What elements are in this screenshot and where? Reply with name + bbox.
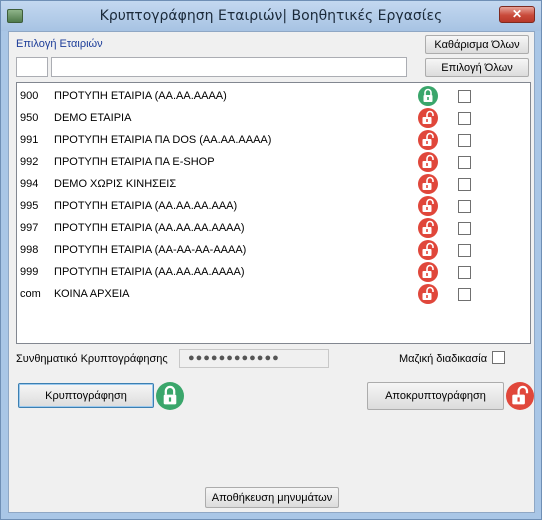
decrypt-label: Αποκρυπτογράφηση	[385, 390, 486, 402]
company-name: DEMO ΕΤΑΙΡΙΑ	[54, 112, 132, 124]
title-bar[interactable]: Κρυπτογράφηση Εταιριών| Βοηθητικές Εργασ…	[1, 1, 541, 31]
company-row[interactable]: 999 ΠΡΟΤΥΠΗ ΕΤΑΙΡΙΑ (ΑΑ.ΑΑ.ΑΑ.ΑΑΑΑ)	[17, 261, 530, 283]
company-select-checkbox[interactable]	[458, 178, 471, 191]
company-name: ΠΡΟΤΥΠΗ ΕΤΑΙΡΙΑ (ΑΑ.ΑΑ.ΑΑΑΑ)	[54, 90, 227, 102]
mass-process-checkbox[interactable]	[492, 351, 505, 364]
company-select-checkbox[interactable]	[458, 112, 471, 125]
company-row[interactable]: 991 ΠΡΟΤΥΠΗ ΕΤΑΙΡΙΑ ΠΑ DOS (ΑΑ.ΑΑ.ΑΑΑΑ)	[17, 129, 530, 151]
company-code: 994	[20, 178, 39, 190]
company-name: ΠΡΟΤΥΠΗ ΕΤΑΙΡΙΑ ΠΑ DOS (ΑΑ.ΑΑ.ΑΑΑΑ)	[54, 134, 272, 146]
company-code: 992	[20, 156, 39, 168]
lock-red-icon	[418, 284, 438, 304]
company-row[interactable]: 995 ΠΡΟΤΥΠΗ ΕΤΑΙΡΙΑ (ΑΑ.ΑΑ.ΑΑ.ΑΑΑ)	[17, 195, 530, 217]
lock-red-icon	[418, 108, 438, 128]
password-label: Συνθηματικό Κρυπτογράφησης	[16, 353, 168, 365]
lock-red-icon	[418, 240, 438, 260]
company-row[interactable]: 992 ΠΡΟΤΥΠΗ ΕΤΑΙΡΙΑ ΠΑ E-SHOP	[17, 151, 530, 173]
select-all-label: Επιλογή Όλων	[441, 61, 513, 74]
company-code: 950	[20, 112, 39, 124]
lock-open-green-icon	[418, 86, 438, 106]
clear-all-label: Καθάρισμα Όλων	[434, 38, 520, 51]
company-select-checkbox[interactable]	[458, 266, 471, 279]
company-row[interactable]: 900 ΠΡΟΤΥΠΗ ΕΤΑΙΡΙΑ (ΑΑ.ΑΑ.ΑΑΑΑ)	[17, 85, 530, 107]
company-code: 998	[20, 244, 39, 256]
company-name: ΚΟΙΝΑ ΑΡΧΕΙΑ	[54, 288, 130, 300]
code-filter-input[interactable]	[16, 57, 48, 77]
companies-section-label: Επιλογή Εταιριών	[16, 38, 103, 50]
lock-red-icon	[418, 218, 438, 238]
company-code: 997	[20, 222, 39, 234]
company-name: ΠΡΟΤΥΠΗ ΕΤΑΙΡΙΑ (ΑΑ.ΑΑ.ΑΑ.ΑΑΑΑ)	[54, 222, 245, 234]
company-code: 900	[20, 90, 39, 102]
company-name: ΠΡΟΤΥΠΗ ΕΤΑΙΡΙΑ (ΑΑ.ΑΑ.ΑΑ.ΑΑΑ)	[54, 200, 238, 212]
encrypt-label: Κρυπτογράφηση	[45, 389, 127, 402]
company-select-checkbox[interactable]	[458, 156, 471, 169]
company-row[interactable]: 998 ΠΡΟΤΥΠΗ ΕΤΑΙΡΙΑ (ΑΑ-ΑΑ-ΑΑ-ΑΑΑΑ)	[17, 239, 530, 261]
company-select-checkbox[interactable]	[458, 222, 471, 235]
decrypt-button[interactable]: Αποκρυπτογράφηση	[367, 382, 504, 410]
company-select-checkbox[interactable]	[458, 90, 471, 103]
company-row[interactable]: com ΚΟΙΝΑ ΑΡΧΕΙΑ	[17, 283, 530, 305]
companies-list[interactable]: 900 ΠΡΟΤΥΠΗ ΕΤΑΙΡΙΑ (ΑΑ.ΑΑ.ΑΑΑΑ) 950 DEMO Ε…	[16, 82, 531, 344]
lock-red-icon	[418, 262, 438, 282]
save-messages-label: Αποθήκευση μηνυμάτων	[211, 491, 333, 504]
lock-red-icon	[418, 196, 438, 216]
lock-red-icon	[418, 152, 438, 172]
close-button[interactable]: ✕	[499, 6, 535, 23]
save-messages-button[interactable]: Αποθήκευση μηνυμάτων	[205, 487, 339, 508]
dialog-window: Κρυπτογράφηση Εταιριών| Βοηθητικές Εργασ…	[0, 0, 542, 520]
company-row[interactable]: 997 ΠΡΟΤΥΠΗ ΕΤΑΙΡΙΑ (ΑΑ.ΑΑ.ΑΑ.ΑΑΑΑ)	[17, 217, 530, 239]
company-select-checkbox[interactable]	[458, 244, 471, 257]
company-select-checkbox[interactable]	[458, 200, 471, 213]
company-code: 991	[20, 134, 39, 146]
company-code: 999	[20, 266, 39, 278]
clear-all-button[interactable]: Καθάρισμα Όλων	[425, 35, 529, 54]
company-name: DEMO ΧΩΡΙΣ ΚΙΝΗΣΕΙΣ	[54, 178, 177, 190]
company-row[interactable]: 994 DEMO ΧΩΡΙΣ ΚΙΝΗΣΕΙΣ	[17, 173, 530, 195]
password-field[interactable]: ●●●●●●●●●●●●	[179, 349, 329, 368]
select-all-button[interactable]: Επιλογή Όλων	[425, 58, 529, 77]
dialog-body: Επιλογή Εταιριών Καθάρισμα Όλων Επιλογή …	[8, 31, 535, 513]
name-filter-input[interactable]	[51, 57, 407, 77]
window-title: Κρυπτογράφηση Εταιριών| Βοηθητικές Εργασ…	[99, 8, 443, 24]
lock-red-icon	[506, 382, 534, 410]
company-select-checkbox[interactable]	[458, 288, 471, 301]
lock-red-icon	[418, 130, 438, 150]
company-select-checkbox[interactable]	[458, 134, 471, 147]
lock-open-green-icon	[156, 382, 184, 410]
lock-red-icon	[418, 174, 438, 194]
close-icon: ✕	[511, 7, 523, 21]
company-name: ΠΡΟΤΥΠΗ ΕΤΑΙΡΙΑ (ΑΑ-ΑΑ-ΑΑ-ΑΑΑΑ)	[54, 244, 247, 256]
company-name: ΠΡΟΤΥΠΗ ΕΤΑΙΡΙΑ ΠΑ E-SHOP	[54, 156, 215, 168]
company-row[interactable]: 950 DEMO ΕΤΑΙΡΙΑ	[17, 107, 530, 129]
company-name: ΠΡΟΤΥΠΗ ΕΤΑΙΡΙΑ (ΑΑ.ΑΑ.ΑΑ.ΑΑΑΑ)	[54, 266, 245, 278]
company-code: com	[20, 288, 41, 300]
company-code: 995	[20, 200, 39, 212]
encrypt-button[interactable]: Κρυπτογράφηση	[18, 383, 154, 408]
mass-process-label: Μαζική διαδικασία	[399, 353, 488, 365]
